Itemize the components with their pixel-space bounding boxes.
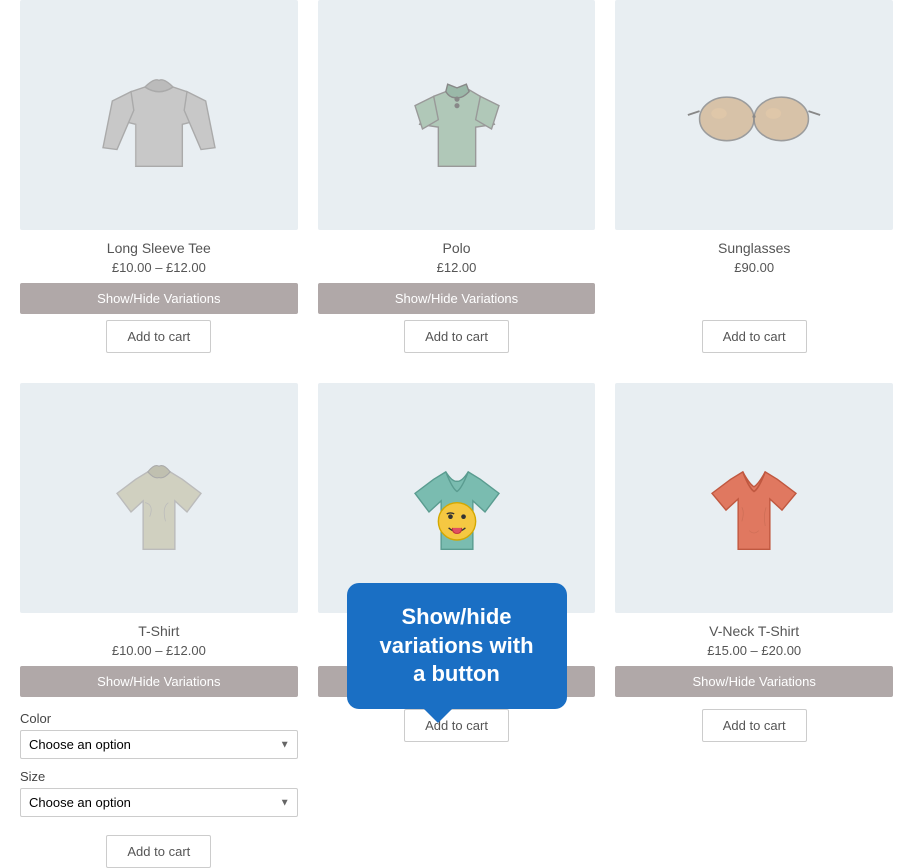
product-price-sunglasses: £90.00 bbox=[734, 260, 774, 275]
product-v-neck-tshirt: V-Neck T-Shirt £15.00 – £20.00 Show/Hide… bbox=[615, 383, 893, 868]
color-select-wrapper: Choose an option ▼ bbox=[20, 730, 298, 759]
product-image-v-neck-tshirt bbox=[615, 383, 893, 613]
size-label: Size bbox=[20, 769, 298, 784]
add-to-cart-btn-long-sleeve-tee[interactable]: Add to cart bbox=[106, 320, 211, 353]
page-wrapper: Long Sleeve Tee £10.00 – £12.00 Show/Hid… bbox=[0, 0, 913, 868]
product-title-polo: Polo bbox=[442, 240, 470, 256]
product-long-sleeve-tee: Long Sleeve Tee £10.00 – £12.00 Show/Hid… bbox=[20, 0, 298, 353]
color-select[interactable]: Choose an option bbox=[20, 730, 298, 759]
product-sunglasses: Sunglasses £90.00 Add to cart bbox=[615, 0, 893, 353]
add-to-cart-btn-sunglasses[interactable]: Add to cart bbox=[702, 320, 807, 353]
t-shirt-image bbox=[89, 428, 229, 568]
v-neck-tshirt-image bbox=[684, 428, 824, 568]
product-title-t-shirt: T-Shirt bbox=[138, 623, 179, 639]
size-select[interactable]: Choose an option bbox=[20, 788, 298, 817]
product-t-shirt: T-Shirt £10.00 – £12.00 Show/Hide Variat… bbox=[20, 383, 298, 868]
product-price-v-neck-tshirt: £15.00 – £20.00 bbox=[707, 643, 801, 658]
product-image-t-shirt bbox=[20, 383, 298, 613]
show-hide-btn-polo[interactable]: Show/Hide Variations bbox=[318, 283, 596, 314]
product-title-sunglasses: Sunglasses bbox=[718, 240, 790, 256]
bottom-products-grid: T-Shirt £10.00 – £12.00 Show/Hide Variat… bbox=[20, 383, 893, 868]
add-to-cart-btn-t-shirt[interactable]: Add to cart bbox=[106, 835, 211, 868]
top-products-grid: Long Sleeve Tee £10.00 – £12.00 Show/Hid… bbox=[20, 0, 893, 353]
show-hide-btn-long-sleeve-tee[interactable]: Show/Hide Variations bbox=[20, 283, 298, 314]
long-sleeve-tee-image bbox=[89, 45, 229, 185]
product-title-v-neck-tshirt: V-Neck T-Shirt bbox=[709, 623, 799, 639]
variations-panel-t-shirt: Color Choose an option ▼ Size Choose an … bbox=[20, 711, 298, 827]
product-image-polo bbox=[318, 0, 596, 230]
size-variation-group: Size Choose an option ▼ bbox=[20, 769, 298, 817]
product-image-emoji-tshirt bbox=[318, 383, 596, 613]
product-price-t-shirt: £10.00 – £12.00 bbox=[112, 643, 206, 658]
product-title-long-sleeve-tee: Long Sleeve Tee bbox=[107, 240, 211, 256]
product-price-long-sleeve-tee: £10.00 – £12.00 bbox=[112, 260, 206, 275]
size-select-wrapper: Choose an option ▼ bbox=[20, 788, 298, 817]
sunglasses-image bbox=[684, 45, 824, 185]
tooltip-text: Show/hide variations with a button bbox=[379, 604, 533, 686]
product-polo: Polo £12.00 Show/Hide Variations Add to … bbox=[318, 0, 596, 353]
emoji-tshirt-image bbox=[387, 428, 527, 568]
product-emoji-tshirt: Show/hide variations with a button Emoji… bbox=[318, 383, 596, 868]
product-image-sunglasses bbox=[615, 0, 893, 230]
tooltip-bubble: Show/hide variations with a button bbox=[347, 583, 567, 709]
polo-image bbox=[387, 45, 527, 185]
color-variation-group: Color Choose an option ▼ bbox=[20, 711, 298, 759]
show-hide-btn-v-neck-tshirt[interactable]: Show/Hide Variations bbox=[615, 666, 893, 697]
product-price-polo: £12.00 bbox=[437, 260, 477, 275]
show-hide-btn-t-shirt[interactable]: Show/Hide Variations bbox=[20, 666, 298, 697]
add-to-cart-btn-v-neck-tshirt[interactable]: Add to cart bbox=[702, 709, 807, 742]
color-label: Color bbox=[20, 711, 298, 726]
add-to-cart-btn-emoji-tshirt[interactable]: Add to cart bbox=[404, 709, 509, 742]
product-image-long-sleeve-tee bbox=[20, 0, 298, 230]
add-to-cart-btn-polo[interactable]: Add to cart bbox=[404, 320, 509, 353]
